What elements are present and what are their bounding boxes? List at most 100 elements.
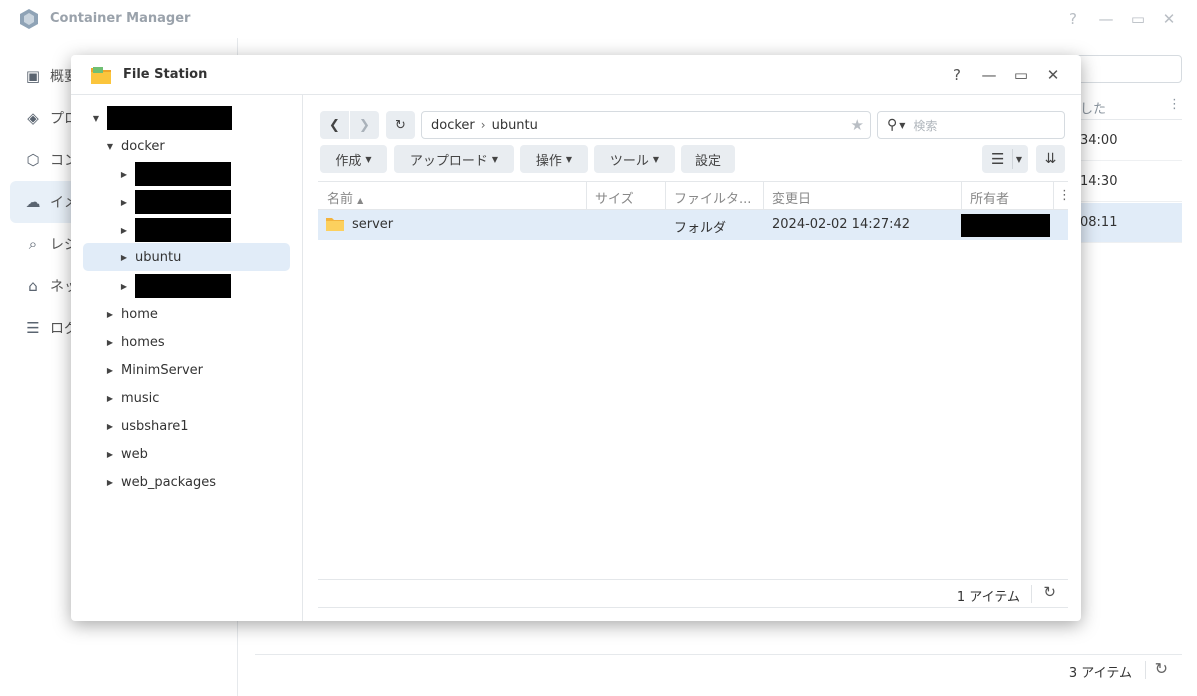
tree-item-ubuntu[interactable]: ▶ ubuntu (83, 243, 290, 271)
caret-down-icon[interactable]: ▼ (105, 142, 115, 151)
row-time: 34:00 (1080, 133, 1118, 148)
sort-button[interactable]: ⇊ (1036, 145, 1065, 173)
column-menu-icon[interactable]: ⋮ (1058, 188, 1071, 203)
tree-item-web[interactable]: ▶ web (105, 440, 148, 468)
cloud-icon: ☁ (25, 193, 41, 211)
refresh-button[interactable]: ↻ (386, 111, 415, 139)
column-divider[interactable] (665, 182, 666, 210)
folder-icon (326, 218, 344, 231)
row-time: 14:30 (1080, 174, 1118, 189)
caret-right-icon[interactable]: ▶ (105, 450, 115, 459)
column-header-size[interactable]: サイズ (595, 188, 634, 207)
caret-down-icon[interactable]: ▼ (899, 121, 905, 130)
caret-right-icon[interactable]: ▶ (105, 422, 115, 431)
search-icon[interactable]: ⚲ (887, 117, 897, 133)
caret-down-icon: ▼ (491, 154, 499, 164)
tree-item-homes[interactable]: ▶ homes (105, 328, 165, 356)
redacted-root-name (107, 106, 232, 130)
caret-right-icon[interactable]: ▶ (119, 226, 129, 235)
caret-right-icon[interactable]: ▶ (105, 310, 115, 319)
caret-right-icon[interactable]: ▶ (105, 338, 115, 347)
caret-right-icon[interactable]: ▶ (105, 394, 115, 403)
background-search-input[interactable] (1070, 55, 1182, 83)
table-row[interactable]: server フォルダ 2024-02-02 14:27:42 (318, 210, 1068, 240)
caret-right-icon[interactable]: ▶ (119, 170, 129, 179)
refresh-icon[interactable]: ↻ (1043, 583, 1056, 601)
caret-down-icon[interactable]: ▼ (91, 114, 101, 123)
action-button[interactable]: 操作 ▼ (520, 145, 588, 173)
container-manager-title: Container Manager (50, 11, 191, 26)
refresh-icon[interactable]: ↻ (1155, 659, 1168, 678)
settings-button-label: 設定 (694, 153, 721, 169)
table-row[interactable]: 08:11 (1070, 203, 1182, 243)
help-icon[interactable]: ? (1063, 9, 1083, 29)
maximize-icon[interactable]: ▭ (1011, 65, 1031, 85)
column-menu-icon[interactable]: ⋮ (1168, 97, 1181, 112)
breadcrumb-separator-icon: › (480, 118, 486, 132)
minimize-icon[interactable]: — (979, 65, 999, 85)
layers-icon: ◈ (27, 109, 39, 127)
sort-icon: ⇊ (1044, 151, 1057, 167)
row-time: 08:11 (1080, 215, 1118, 230)
forward-button[interactable]: ❯ (350, 111, 379, 139)
table-row[interactable]: 34:00 (1070, 121, 1182, 161)
caret-down-icon[interactable]: ▼ (1016, 155, 1022, 164)
tree-item-usbshare1[interactable]: ▶ usbshare1 (105, 412, 189, 440)
table-row[interactable]: 14:30 (1070, 162, 1182, 202)
maximize-icon[interactable]: ▭ (1128, 9, 1148, 29)
caret-right-icon[interactable]: ▶ (105, 366, 115, 375)
button-divider (1012, 149, 1013, 169)
column-divider[interactable] (1053, 182, 1054, 210)
caret-down-icon: ▼ (365, 154, 372, 164)
file-modified: 2024-02-02 14:27:42 (772, 217, 911, 232)
breadcrumb-segment[interactable]: ubuntu (492, 118, 538, 133)
column-header-modified[interactable]: 変更日 (772, 188, 811, 207)
search-input[interactable]: ⚲ ▼ 検索 (877, 111, 1065, 139)
tree-item-home[interactable]: ▶ home (105, 300, 158, 328)
view-mode-button[interactable]: ☰ ▼ (982, 145, 1028, 173)
column-divider[interactable] (586, 182, 587, 210)
star-icon[interactable]: ★ (851, 116, 864, 134)
upload-button[interactable]: アップロード ▼ (394, 145, 514, 173)
close-icon[interactable]: ✕ (1159, 9, 1179, 29)
caret-down-icon: ▼ (565, 154, 573, 164)
tree-item-redacted[interactable]: ▶ (119, 272, 231, 300)
column-header-name[interactable]: 名前 ▲ (327, 188, 363, 207)
tree-item-web-packages[interactable]: ▶ web_packages (105, 468, 216, 496)
close-icon[interactable]: ✕ (1043, 65, 1063, 85)
upload-button-label: アップロード (409, 153, 488, 169)
breadcrumb-segment[interactable]: docker (431, 118, 475, 133)
create-button[interactable]: 作成 ▼ (320, 145, 387, 173)
file-station-folder-icon (91, 67, 111, 84)
tools-button[interactable]: ツール ▼ (594, 145, 675, 173)
tree-item-redacted[interactable]: ▶ (119, 216, 231, 244)
tree-root[interactable]: ▼ (91, 104, 232, 132)
tree-item-redacted[interactable]: ▶ (119, 160, 231, 188)
caret-right-icon[interactable]: ▶ (105, 478, 115, 487)
back-button[interactable]: ❮ (320, 111, 349, 139)
caret-right-icon[interactable]: ▶ (119, 253, 129, 262)
tree-item-minimserver[interactable]: ▶ MinimServer (105, 356, 203, 384)
column-header-owner[interactable]: 所有者 (970, 188, 1009, 207)
tree-item-label: ubuntu (135, 249, 182, 265)
file-list-header: 名前 ▲ サイズ ファイルタ... 変更日 所有者 ⋮ (318, 181, 1071, 210)
column-divider[interactable] (961, 182, 962, 210)
tree-item-label: MinimServer (121, 362, 203, 378)
tree-item-redacted[interactable]: ▶ (119, 188, 231, 216)
column-header-filetype[interactable]: ファイルタ... (674, 188, 751, 207)
column-label: 名前 (327, 192, 354, 207)
caret-right-icon[interactable]: ▶ (119, 282, 129, 291)
settings-button[interactable]: 設定 (681, 145, 735, 173)
refresh-icon: ↻ (395, 117, 406, 133)
tree-item-label: music (121, 390, 160, 406)
caret-right-icon[interactable]: ▶ (119, 198, 129, 207)
path-breadcrumb[interactable]: docker › ubuntu ★ (421, 111, 871, 139)
minimize-icon[interactable]: — (1096, 9, 1116, 29)
column-divider[interactable] (763, 182, 764, 210)
help-icon[interactable]: ? (947, 65, 967, 85)
redacted-owner (961, 214, 1050, 237)
file-station-titlebar[interactable]: File Station ? — ▭ ✕ (71, 55, 1081, 95)
log-list-icon: ☰ (26, 319, 40, 337)
tree-item-docker[interactable]: ▼ docker (105, 132, 165, 160)
tree-item-music[interactable]: ▶ music (105, 384, 160, 412)
